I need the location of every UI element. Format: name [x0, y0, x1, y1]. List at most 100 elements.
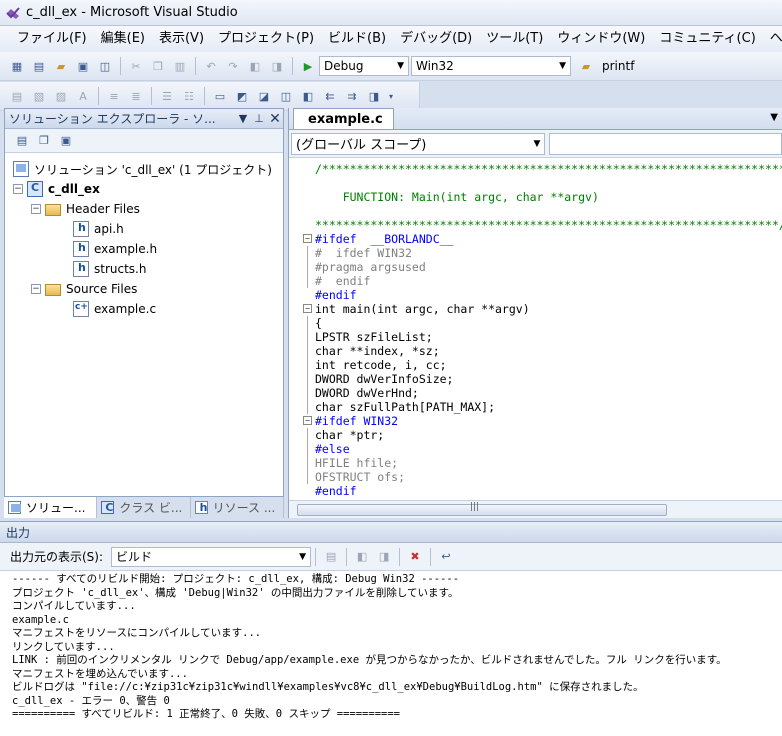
code-line: − #ifdef __BORLANDC__: [303, 232, 782, 246]
show-all-files-icon[interactable]: ❐: [35, 132, 53, 150]
toolbar-separator: [399, 547, 401, 566]
collapse-icon[interactable]: −: [31, 284, 41, 294]
menu-project[interactable]: プロジェクト(P): [211, 26, 321, 52]
output-line: コンパイルしています...: [12, 600, 136, 612]
start-debugging-icon[interactable]: ▶: [299, 57, 317, 75]
object-browser-icon[interactable]: ▤: [8, 87, 26, 105]
horizontal-scrollbar[interactable]: [289, 500, 782, 518]
menu-tools[interactable]: ツール(T): [479, 26, 550, 52]
collapse-icon[interactable]: −: [31, 204, 41, 214]
next-bookmark-doc-icon[interactable]: ⇉: [343, 87, 361, 105]
tree-file-example-h[interactable]: example.h: [5, 239, 283, 259]
header-file-icon: [73, 221, 89, 237]
close-icon[interactable]: ✕: [267, 111, 283, 127]
outdent-icon[interactable]: ≡: [105, 87, 123, 105]
find-message-icon[interactable]: ▤: [322, 548, 340, 566]
tree-source-files[interactable]: − Source Files: [5, 279, 283, 299]
pin-icon[interactable]: ⊥: [251, 112, 267, 125]
refresh-icon[interactable]: ▣: [57, 132, 75, 150]
save-icon[interactable]: ▣: [74, 57, 92, 75]
tab-class-view[interactable]: クラス ビ...: [97, 497, 191, 518]
platform-select[interactable]: Win32 ▼: [411, 56, 571, 76]
code-area[interactable]: /***************************************…: [289, 160, 782, 500]
menu-help[interactable]: ヘルプ: [763, 26, 782, 52]
next-bookmark-folder-icon[interactable]: ◧: [299, 87, 317, 105]
previous-bookmark-doc-icon[interactable]: ⇇: [321, 87, 339, 105]
add-item-icon[interactable]: ▤: [30, 57, 48, 75]
tree-header-files[interactable]: − Header Files: [5, 199, 283, 219]
solution-explorer: ソリューション エクスプローラ - ソ... ▼ ⊥ ✕ ▤ ❐ ▣ ソリューシ…: [4, 108, 284, 518]
chevron-down-icon[interactable]: ▼: [235, 112, 251, 125]
menu-debug[interactable]: デバッグ(D): [393, 26, 479, 52]
menu-file[interactable]: ファイル(F): [10, 26, 94, 52]
clear-bookmarks-icon[interactable]: ◨: [365, 87, 383, 105]
tab-solution-explorer[interactable]: ソリュー...: [4, 497, 98, 518]
toolbar-options-icon[interactable]: ▾: [387, 87, 395, 105]
tree-label: structs.h: [94, 262, 147, 276]
fold-toggle-icon[interactable]: −: [303, 416, 312, 425]
previous-bookmark-folder-icon[interactable]: ◫: [277, 87, 295, 105]
undo-icon[interactable]: ↶: [202, 57, 220, 75]
next-message-icon[interactable]: ◨: [375, 548, 393, 566]
navigate-back-icon[interactable]: ◧: [246, 57, 264, 75]
comment-icon[interactable]: ☰: [158, 87, 176, 105]
quick-info-icon[interactable]: ▨: [52, 87, 70, 105]
tree-file-api-h[interactable]: api.h: [5, 219, 283, 239]
next-bookmark-icon[interactable]: ◪: [255, 87, 273, 105]
fold-toggle-icon[interactable]: −: [303, 304, 312, 313]
code-line: HFILE hfile;: [303, 456, 782, 470]
tree-solution[interactable]: ソリューション 'c_dll_ex' (1 プロジェクト): [5, 159, 283, 179]
indent-icon[interactable]: ≣: [127, 87, 145, 105]
new-project-icon[interactable]: ▦: [8, 57, 26, 75]
member-select[interactable]: [549, 132, 782, 155]
clear-all-icon[interactable]: ✖: [406, 548, 424, 566]
chevron-down-icon[interactable]: ▼: [770, 112, 778, 123]
copy-icon[interactable]: ❐: [149, 57, 167, 75]
toggle-bookmark-icon[interactable]: ▭: [211, 87, 229, 105]
config-select[interactable]: Debug ▼: [319, 56, 409, 76]
tree-project[interactable]: − c_dll_ex: [5, 179, 283, 199]
paste-icon[interactable]: ▥: [171, 57, 189, 75]
menu-community[interactable]: コミュニティ(C): [652, 26, 762, 52]
code-line: {: [303, 316, 782, 330]
navigate-forward-icon[interactable]: ◨: [268, 57, 286, 75]
save-all-icon[interactable]: ◫: [96, 57, 114, 75]
menu-build[interactable]: ビルド(B): [321, 26, 393, 52]
code-editor: example.c ▼ (グローバル スコープ) ▼ /************…: [288, 108, 782, 518]
menu-window[interactable]: ウィンドウ(W): [550, 26, 652, 52]
output-text[interactable]: ------ すべてのリビルド開始: プロジェクト: c_dll_ex, 構成:…: [0, 571, 782, 736]
word-complete-icon[interactable]: A: [74, 87, 92, 105]
find-in-files-icon[interactable]: ▰: [577, 57, 595, 75]
previous-message-icon[interactable]: ◧: [353, 548, 371, 566]
tab-label: リソース ...: [212, 501, 276, 515]
uncomment-icon[interactable]: ☷: [180, 87, 198, 105]
code-line: DWORD dwVerInfoSize;: [303, 372, 782, 386]
fold-toggle-icon[interactable]: −: [303, 234, 312, 243]
menu-view[interactable]: 表示(V): [152, 26, 211, 52]
redo-icon[interactable]: ↷: [224, 57, 242, 75]
scope-select[interactable]: (グローバル スコープ) ▼: [291, 132, 546, 155]
toolbar-separator: [195, 57, 196, 75]
collapse-icon[interactable]: −: [13, 184, 23, 194]
output-source-select[interactable]: ビルド ▼: [111, 546, 312, 567]
toolbar-separator: [204, 87, 205, 105]
output-line: プロジェクト 'c_dll_ex'、構成 'Debug|Win32' の中間出力…: [12, 586, 459, 599]
tab-example-c[interactable]: example.c: [293, 108, 394, 129]
find-input[interactable]: printf: [597, 56, 727, 76]
code-line: /***************************************…: [315, 162, 782, 176]
output-title: 出力: [6, 525, 31, 540]
tab-resource-view[interactable]: リソース ...: [191, 497, 284, 518]
scrollbar-thumb[interactable]: [297, 502, 667, 516]
tree-file-structs-h[interactable]: structs.h: [5, 259, 283, 279]
output-line: LINK : 前回のインクリメンタル リンクで Debug/app/exampl…: [12, 654, 727, 666]
menu-edit[interactable]: 編集(E): [94, 26, 152, 52]
parameter-info-icon[interactable]: ▧: [30, 87, 48, 105]
cut-icon[interactable]: ✂: [127, 57, 145, 75]
word-wrap-icon[interactable]: ↩: [437, 548, 455, 566]
open-file-icon[interactable]: ▰: [52, 57, 70, 75]
properties-icon[interactable]: ▤: [13, 132, 31, 150]
tree-file-example-c[interactable]: example.c: [5, 299, 283, 319]
output-line: ------ すべてのリビルド開始: プロジェクト: c_dll_ex, 構成:…: [12, 573, 460, 585]
previous-bookmark-icon[interactable]: ◩: [233, 87, 251, 105]
